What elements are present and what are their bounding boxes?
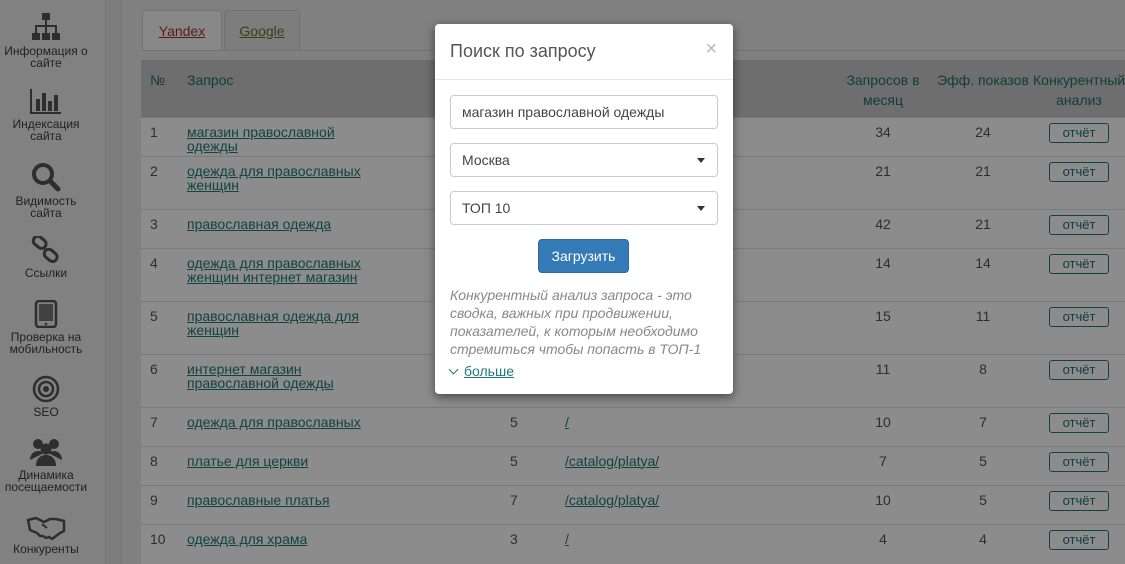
query-input[interactable]: магазин православной одежды (450, 95, 718, 129)
close-icon[interactable]: × (705, 38, 717, 61)
caret-down-icon (697, 206, 705, 211)
region-select-value: Москва (462, 152, 510, 168)
modal-description: Конкурентный анализ запроса - это сводка… (450, 287, 702, 357)
load-button[interactable]: Загрузить (538, 239, 629, 273)
more-link[interactable]: больше (448, 363, 514, 379)
modal-header: Поиск по запросу × (435, 24, 733, 80)
region-select[interactable]: Москва (450, 143, 718, 177)
top-select[interactable]: ТОП 10 (450, 191, 718, 225)
caret-down-icon (697, 158, 705, 163)
chevron-down-icon (448, 364, 459, 374)
query-search-modal: Поиск по запросу × магазин православной … (435, 24, 733, 394)
more-link-label: больше (464, 363, 514, 379)
modal-title: Поиск по запросу (450, 41, 596, 61)
top-select-value: ТОП 10 (462, 200, 511, 216)
